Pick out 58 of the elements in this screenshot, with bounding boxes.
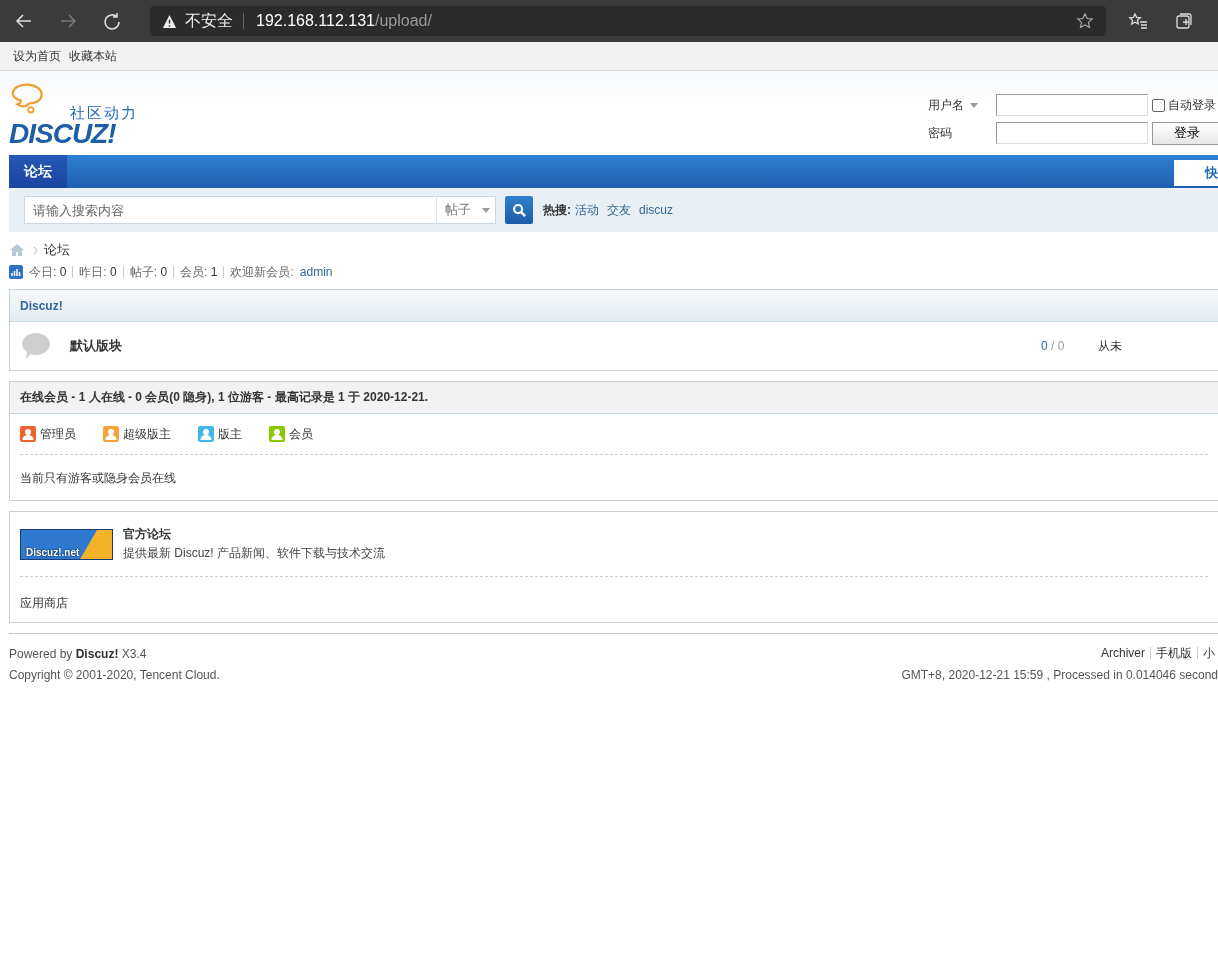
online-message: 当前只有游客或隐身会员在线 [19, 470, 177, 487]
breadcrumb-link[interactable]: 论坛 [44, 241, 70, 259]
stat-text: 昨日: 0 [72, 266, 123, 278]
legend-label: 版主 [218, 425, 242, 443]
stat-text: 今日: 0 [29, 266, 68, 278]
link-title[interactable]: 官方论坛 [123, 526, 385, 543]
search-type-dropdown[interactable]: 帖子 [436, 196, 496, 224]
chevron-icon [33, 245, 38, 255]
banner-image[interactable]: Discuz!.net [20, 528, 113, 560]
password-field[interactable] [996, 122, 1148, 144]
logo-tagline: 社区动力 [70, 104, 138, 123]
stat-text: 帖子: 0 [122, 266, 174, 278]
login-button[interactable]: 登录 [1152, 121, 1218, 145]
hot-search-label: 热搜: [543, 201, 571, 219]
url-text: 192.168.112.131/upload/ [256, 12, 433, 30]
favorites-icon[interactable] [1128, 11, 1148, 31]
security-label: 不安全 [185, 13, 244, 29]
newest-member-label: 欢迎新会员: [223, 266, 300, 278]
speech-bubble-icon [20, 331, 52, 361]
online-title: 在线会员 - 1 人在线 - 0 会员(0 隐身), 1 位游客 - 最高记录是 1 于 2020-12-21. [20, 389, 429, 406]
quick-nav-button[interactable]: 快 [1174, 160, 1218, 186]
thread-post-count: 0 / 0 [1041, 339, 1066, 353]
text-link[interactable]: 应用商店 [20, 596, 68, 610]
legend-label: 超级版主 [123, 425, 171, 443]
copyright-text: Copyright © 2001-2020, Tencent Cloud. [9, 668, 220, 684]
legend-label: 会员 [289, 425, 313, 443]
legend-label: 管理员 [40, 425, 76, 443]
link-description: 提供最新 Discuz! 产品新闻、软件下载与技术交流 [123, 545, 385, 562]
footer-link[interactable]: 小 [1197, 647, 1218, 659]
star-icon[interactable] [1076, 12, 1094, 30]
category-link[interactable]: Discuz! [20, 298, 63, 313]
search-field[interactable]: 请输入搜索内容 [24, 196, 436, 224]
warning-icon [162, 13, 177, 29]
processing-info: GMT+8, 2020-12-21 15:59 , Processed in 0.014046 second [901, 668, 1218, 684]
toolbar-link[interactable]: 设为首页 [13, 47, 61, 65]
powered-by-text: Powered by Discuz! X3.4 [9, 647, 147, 663]
password-label: 密码 [928, 124, 953, 142]
username-label[interactable]: 用户名 [928, 96, 996, 114]
footer-link[interactable]: 手机版 [1150, 647, 1197, 659]
address-bar[interactable]: 不安全 192.168.112.131/upload/ [150, 6, 1106, 36]
forum-link[interactable]: 默认版块 [70, 337, 122, 355]
member-link[interactable]: admin [299, 265, 333, 279]
toolbar-link[interactable]: 收藏本站 [69, 47, 117, 65]
hot-search-link[interactable]: 交友 [607, 201, 631, 219]
reload-icon[interactable] [102, 11, 122, 31]
footer-link[interactable]: Archiver [1096, 647, 1150, 659]
auto-login-checkbox[interactable] [1152, 98, 1165, 112]
auto-login-label: 自动登录 [1168, 96, 1216, 114]
collections-icon[interactable] [1174, 11, 1194, 31]
hot-search-link[interactable]: discuz [639, 203, 673, 217]
username-field[interactable] [996, 94, 1148, 116]
search-icon [511, 202, 527, 218]
chart-icon [9, 265, 23, 279]
stat-text: 会员: 1 [173, 266, 224, 278]
last-post-text: 从未 [1098, 337, 1123, 355]
hot-search-link[interactable]: 活动 [575, 201, 599, 219]
search-button[interactable] [505, 196, 533, 224]
nav-tab[interactable]: 论坛 [9, 155, 67, 188]
